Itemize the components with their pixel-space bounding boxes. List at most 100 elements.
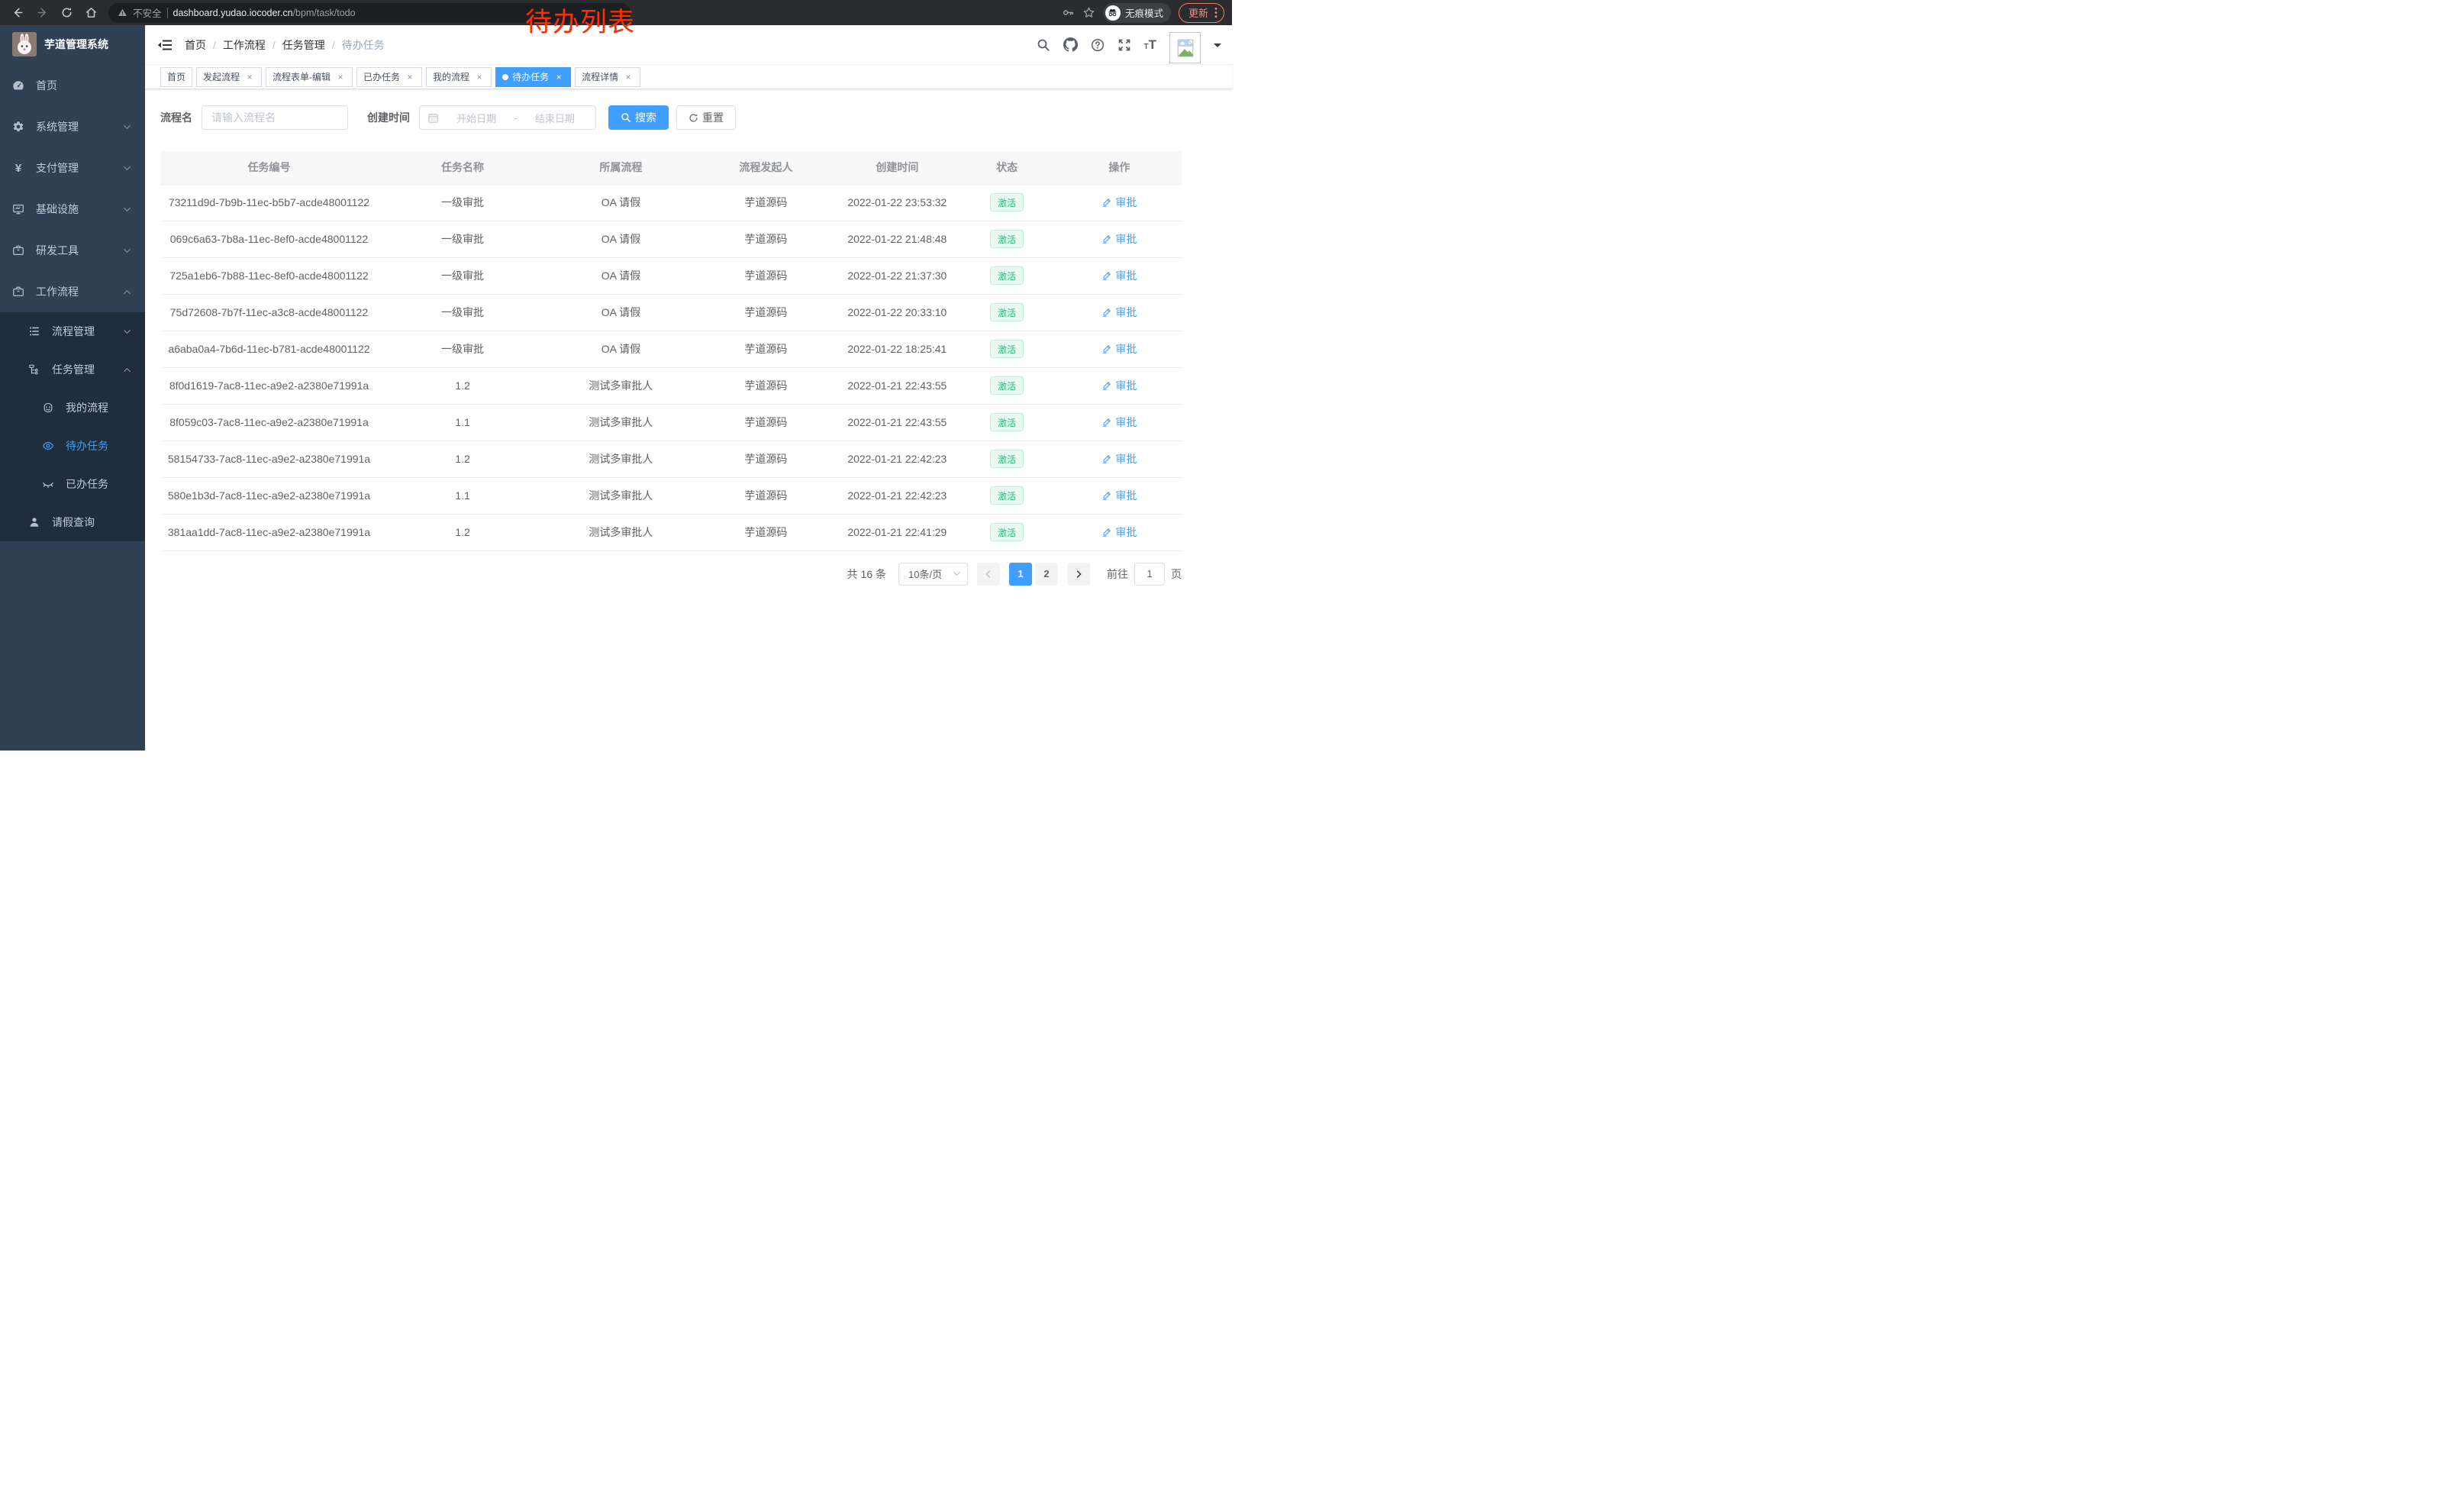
tab-item[interactable]: 流程详情 ×	[575, 67, 640, 87]
approve-link[interactable]: 审批	[1101, 488, 1137, 503]
date-range-picker[interactable]: 开始日期 - 结束日期	[419, 105, 596, 130]
tab-item[interactable]: 待办任务 ×	[495, 67, 571, 87]
approve-link[interactable]: 审批	[1101, 378, 1137, 393]
cell-process: OA 请假	[547, 184, 695, 221]
sidebar-collapse-icon[interactable]	[157, 38, 173, 52]
sidebar-item-my-process[interactable]: 我的流程	[0, 389, 145, 427]
help-question-icon[interactable]	[1091, 38, 1105, 52]
sidebar-item-devtools[interactable]: 研发工具	[0, 230, 145, 271]
browser-forward-button[interactable]	[32, 3, 52, 23]
page-size-value: 10条/页	[908, 567, 942, 581]
page-number-button[interactable]: 1	[1009, 563, 1032, 586]
cell-create-time: 2022-01-22 23:53:32	[837, 184, 957, 221]
app-logo-row[interactable]: 芋道管理系统	[0, 25, 145, 63]
search-button[interactable]: 搜索	[608, 105, 669, 130]
sidebar-item-label: 首页	[36, 78, 57, 93]
tab-close-icon[interactable]: ×	[474, 72, 485, 82]
sidebar-item-done-task[interactable]: 已办任务	[0, 465, 145, 503]
tab-item[interactable]: 首页	[160, 67, 192, 87]
column-header: 所属流程	[547, 151, 695, 184]
reset-button[interactable]: 重置	[676, 105, 736, 130]
breadcrumb-workflow[interactable]: 工作流程	[223, 37, 266, 53]
process-name-input[interactable]: 请输入流程名	[202, 105, 348, 130]
approve-link[interactable]: 审批	[1101, 231, 1137, 247]
browser-back-button[interactable]	[8, 3, 27, 23]
page-number-button[interactable]: 2	[1035, 563, 1058, 586]
breadcrumb-current: 待办任务	[342, 37, 385, 53]
breadcrumb-task-mgmt[interactable]: 任务管理	[282, 37, 325, 53]
incognito-label: 无痕模式	[1125, 5, 1163, 20]
process-name-placeholder: 请输入流程名	[211, 110, 276, 125]
robot-icon	[42, 402, 54, 414]
dashboard-icon	[12, 79, 24, 92]
url-path: /bpm/task/todo	[293, 8, 356, 18]
sidebar-item-system[interactable]: 系统管理	[0, 106, 145, 147]
list-icon	[28, 325, 40, 337]
cell-process: 测试多审批人	[547, 514, 695, 550]
sidebar-item-infra[interactable]: 基础设施	[0, 189, 145, 230]
password-key-icon[interactable]	[1062, 6, 1075, 19]
sidebar-item-workflow[interactable]: 工作流程	[0, 271, 145, 312]
cell-create-time: 2022-01-22 21:48:48	[837, 221, 957, 257]
tab-close-icon[interactable]: ×	[553, 72, 564, 82]
font-size-icon[interactable]: TT	[1144, 38, 1157, 51]
tab-item[interactable]: 我的流程 ×	[426, 67, 492, 87]
monitor-icon	[12, 203, 24, 215]
search-icon[interactable]	[1037, 38, 1050, 52]
approve-link[interactable]: 审批	[1101, 195, 1137, 210]
tab-item[interactable]: 发起流程 ×	[196, 67, 262, 87]
sidebar-item-task-mgmt[interactable]: 任务管理	[0, 350, 145, 389]
approve-link[interactable]: 审批	[1101, 525, 1137, 540]
search-button-label: 搜索	[635, 110, 656, 125]
browser-menu-kebab-icon[interactable]	[1214, 7, 1217, 18]
approve-link[interactable]: 审批	[1101, 451, 1137, 466]
end-date-placeholder: 结束日期	[522, 111, 588, 125]
cell-create-time: 2022-01-21 22:41:29	[837, 514, 957, 550]
bookmark-star-icon[interactable]	[1082, 6, 1095, 19]
browser-home-button[interactable]	[81, 3, 101, 23]
cell-task-name: 一级审批	[378, 221, 547, 257]
gear-icon	[12, 121, 24, 133]
approve-link[interactable]: 审批	[1101, 305, 1137, 320]
tab-item[interactable]: 已办任务 ×	[356, 67, 422, 87]
tab-close-icon[interactable]: ×	[405, 72, 415, 82]
approve-link[interactable]: 审批	[1101, 341, 1137, 357]
breadcrumb-home[interactable]: 首页	[185, 37, 206, 53]
goto-page-input[interactable]: 1	[1134, 563, 1165, 586]
cell-task-name: 1.1	[378, 404, 547, 441]
avatar-caret-down-icon[interactable]	[1214, 44, 1221, 51]
prev-page-button[interactable]	[977, 563, 1000, 586]
security-label: 不安全	[133, 5, 162, 20]
tab-close-icon[interactable]: ×	[335, 72, 346, 82]
page-content: 流程名 请输入流程名 创建时间 开始日期 - 结束日期 搜索	[145, 89, 1232, 586]
user-avatar[interactable]	[1169, 32, 1201, 63]
sidebar-item-payment[interactable]: ¥ 支付管理	[0, 147, 145, 189]
fullscreen-icon[interactable]	[1118, 38, 1131, 52]
tab-close-icon[interactable]: ×	[244, 72, 255, 82]
reset-button-label: 重置	[702, 110, 724, 125]
cell-process: OA 请假	[547, 221, 695, 257]
sidebar-item-leave-query[interactable]: 请假查询	[0, 503, 145, 541]
start-date-placeholder: 开始日期	[443, 111, 509, 125]
tab-close-icon[interactable]: ×	[623, 72, 634, 82]
status-badge: 激活	[990, 230, 1024, 248]
breadcrumb-separator: /	[213, 39, 216, 51]
table-row: 73211d9d-7b9b-11ec-b5b7-acde48001122 一级审…	[160, 184, 1182, 221]
sidebar-item-home[interactable]: 首页	[0, 65, 145, 106]
approve-link[interactable]: 审批	[1101, 268, 1137, 283]
next-page-button[interactable]	[1067, 563, 1090, 586]
cell-task-id: 73211d9d-7b9b-11ec-b5b7-acde48001122	[160, 184, 378, 221]
sidebar-item-todo-task[interactable]: 待办任务	[0, 427, 145, 465]
todo-task-table: 任务编号任务名称所属流程流程发起人创建时间状态操作 73211d9d-7b9b-…	[160, 151, 1182, 551]
range-separator: -	[514, 112, 517, 124]
page-size-select[interactable]: 10条/页	[898, 563, 968, 586]
tab-label: 我的流程	[433, 70, 469, 83]
sidebar-item-process-mgmt[interactable]: 流程管理	[0, 312, 145, 350]
cell-create-time: 2022-01-21 22:43:55	[837, 367, 957, 404]
browser-update-button[interactable]: 更新	[1179, 3, 1224, 23]
tab-item[interactable]: 流程表单-编辑 ×	[266, 67, 353, 87]
approve-link[interactable]: 审批	[1101, 415, 1137, 430]
address-bar[interactable]: 不安全 dashboard.yudao.iocoder.cn/bpm/task/…	[108, 3, 631, 23]
github-icon[interactable]	[1063, 37, 1078, 52]
browser-reload-button[interactable]	[56, 3, 76, 23]
